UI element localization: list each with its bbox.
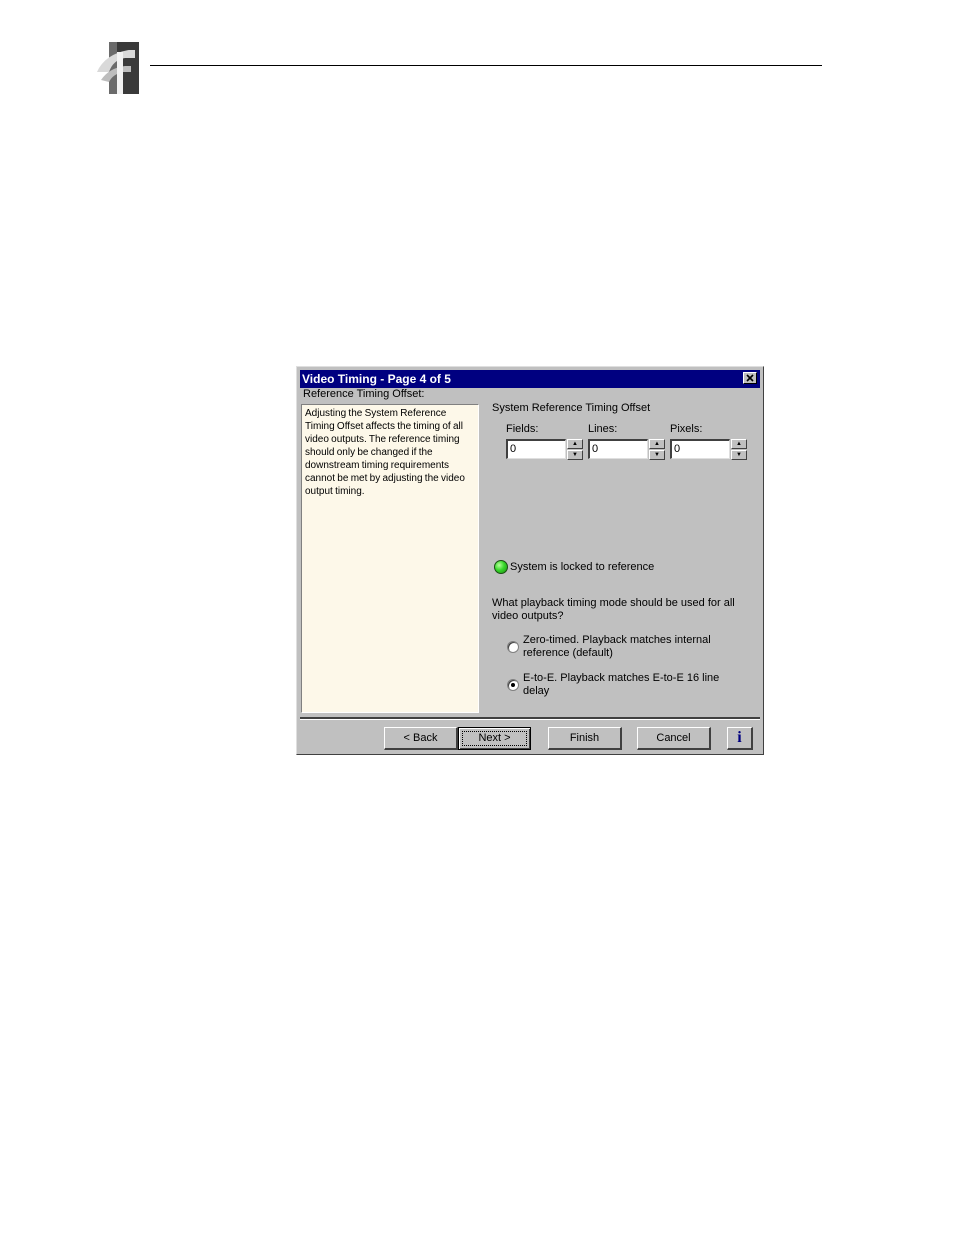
e-to-e-label[interactable]: E-to-E. Playback matches E-to-E 16 line … bbox=[523, 672, 723, 698]
company-logo-icon bbox=[95, 42, 139, 94]
status-text: System is locked to reference bbox=[510, 561, 655, 573]
video-timing-dialog: Video Timing - Page 4 of 5 Reference Tim… bbox=[296, 366, 764, 755]
pixels-spinner[interactable]: ▲ ▼ bbox=[731, 439, 747, 460]
section-label: Reference Timing Offset: bbox=[303, 388, 425, 400]
close-icon bbox=[746, 374, 754, 382]
lines-spin-down-icon[interactable]: ▼ bbox=[649, 450, 665, 460]
lines-spinner[interactable]: ▲ ▼ bbox=[649, 439, 665, 460]
finish-button[interactable]: Finish bbox=[548, 727, 622, 750]
close-button[interactable] bbox=[743, 372, 757, 384]
next-button[interactable]: Next > bbox=[458, 727, 531, 750]
group-title: System Reference Timing Offset bbox=[492, 402, 651, 414]
pixels-input[interactable]: 0 bbox=[670, 439, 730, 459]
divider bbox=[300, 717, 760, 720]
status-led-icon bbox=[494, 560, 508, 574]
pixels-spin-up-icon[interactable]: ▲ bbox=[731, 439, 747, 449]
fields-spin-up-icon[interactable]: ▲ bbox=[567, 439, 583, 449]
cancel-button[interactable]: Cancel bbox=[637, 727, 711, 750]
pixels-label: Pixels: bbox=[670, 423, 703, 435]
e-to-e-radio[interactable] bbox=[507, 679, 519, 691]
fields-label: Fields: bbox=[506, 423, 539, 435]
lines-label: Lines: bbox=[588, 423, 618, 435]
radio-selected-dot bbox=[511, 683, 515, 687]
fields-spinner[interactable]: ▲ ▼ bbox=[567, 439, 583, 460]
lines-spin-up-icon[interactable]: ▲ bbox=[649, 439, 665, 449]
dialog-titlebar[interactable]: Video Timing - Page 4 of 5 bbox=[300, 370, 760, 388]
help-text-box: Adjusting the System Reference Timing Of… bbox=[301, 404, 479, 713]
zero-timed-radio[interactable] bbox=[507, 641, 519, 653]
fields-spin-down-icon[interactable]: ▼ bbox=[567, 450, 583, 460]
playback-mode-question: What playback timing mode should be used… bbox=[492, 597, 735, 622]
lines-input[interactable]: 0 bbox=[588, 439, 648, 459]
fields-input[interactable]: 0 bbox=[506, 439, 566, 459]
next-button-label: Next > bbox=[478, 732, 511, 744]
header-rule bbox=[150, 65, 822, 66]
dialog-title: Video Timing - Page 4 of 5 bbox=[302, 372, 451, 386]
zero-timed-label[interactable]: Zero-timed. Playback matches internal re… bbox=[523, 634, 723, 660]
info-button[interactable]: i bbox=[727, 727, 753, 750]
back-button[interactable]: < Back bbox=[384, 727, 458, 750]
pixels-spin-down-icon[interactable]: ▼ bbox=[731, 450, 747, 460]
